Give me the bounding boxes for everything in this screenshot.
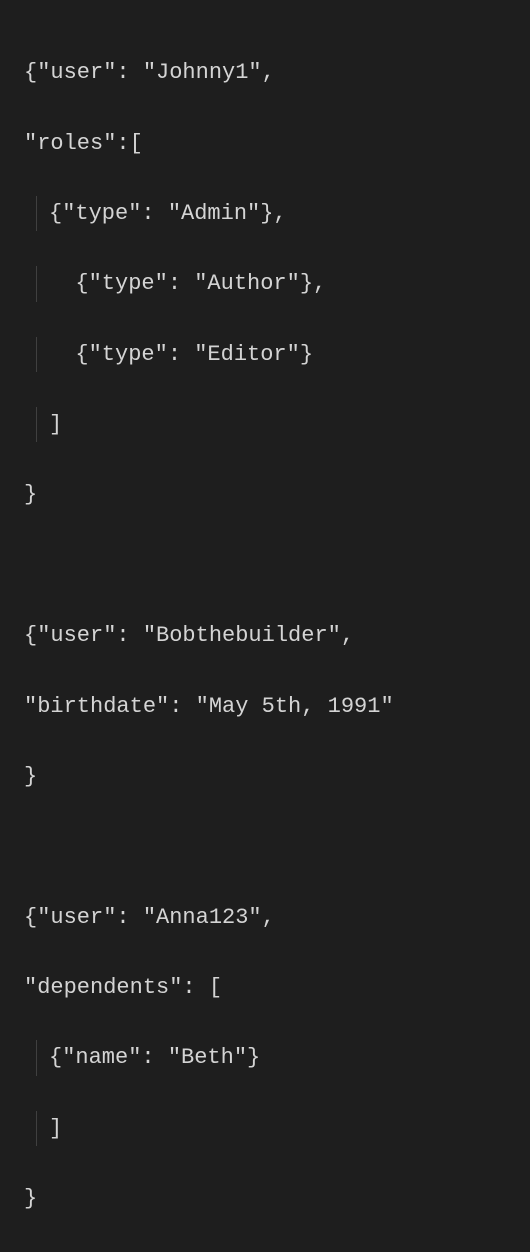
code-line: {"name": "Beth"} [24, 1040, 506, 1075]
code-line: ] [24, 1111, 506, 1146]
code-line: ] [24, 407, 506, 442]
code-block: {"user": "Johnny1", "roles":[ {"type": "… [24, 20, 506, 1252]
code-line: {"type": "Editor"} [24, 337, 506, 372]
code-line: } [24, 477, 506, 512]
code-line: "birthdate": "May 5th, 1991" [24, 689, 506, 724]
code-line: } [24, 759, 506, 794]
code-line: "roles":[ [24, 126, 506, 161]
code-line: {"type": "Admin"}, [24, 196, 506, 231]
code-line [24, 829, 506, 864]
code-line [24, 548, 506, 583]
code-line: {"user": "Johnny1", [24, 55, 506, 90]
code-line: {"user": "Anna123", [24, 900, 506, 935]
code-line: {"type": "Author"}, [24, 266, 506, 301]
code-line: {"user": "Bobthebuilder", [24, 618, 506, 653]
code-line: "dependents": [ [24, 970, 506, 1005]
code-line: } [24, 1181, 506, 1216]
